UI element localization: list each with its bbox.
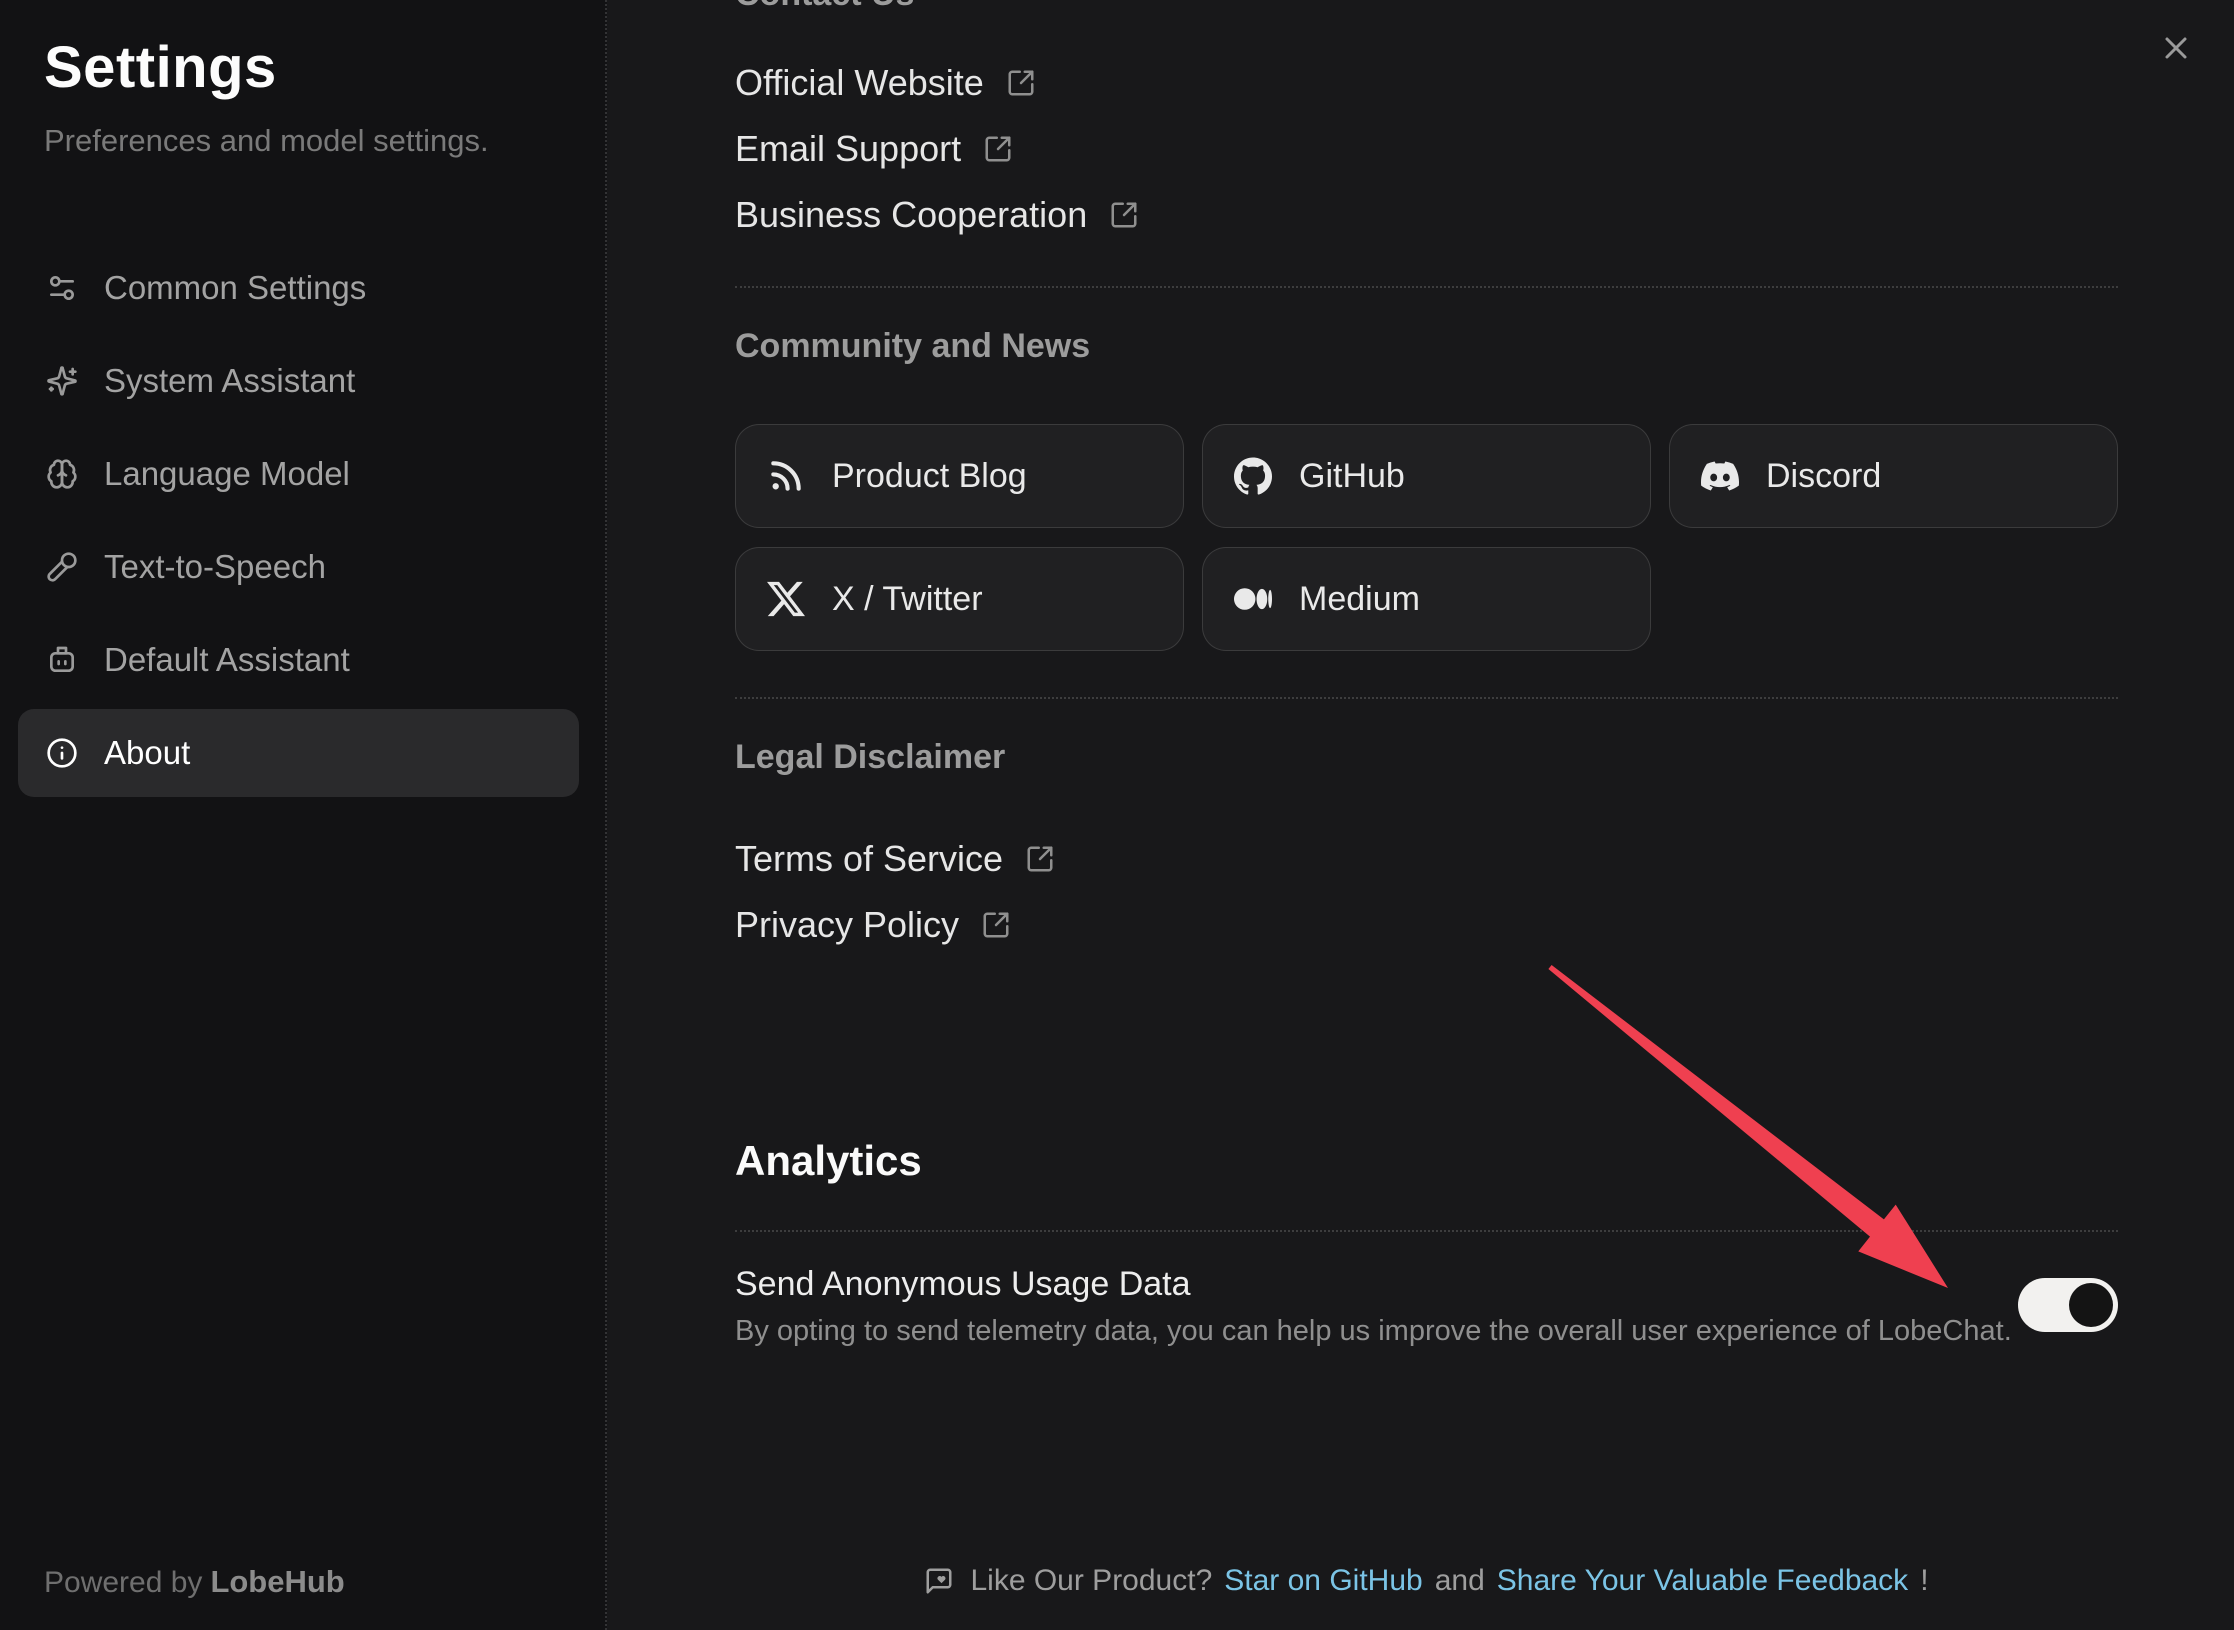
sidebar-item-label: Language Model — [104, 454, 350, 494]
external-link-icon — [1109, 200, 1139, 230]
lobehub-brand: LobeHub — [210, 1564, 344, 1599]
footer-cta: Like Our Product? Star on GitHub and Sha… — [735, 1562, 2118, 1600]
settings-modal: Settings Preferences and model settings.… — [0, 0, 2234, 1630]
link-label: Business Cooperation — [735, 193, 1087, 237]
contact-links: Official Website Email Support Business … — [735, 50, 2118, 248]
discord-icon — [1700, 456, 1740, 496]
footer-text: Like Our Product? — [970, 1564, 1212, 1598]
star-on-github-link[interactable]: Star on GitHub — [1224, 1564, 1422, 1598]
medium-button[interactable]: Medium — [1202, 547, 1651, 651]
discord-button[interactable]: Discord — [1669, 424, 2118, 528]
info-icon — [46, 737, 78, 769]
button-label: Discord — [1766, 457, 1881, 496]
close-button[interactable] — [2158, 30, 2194, 66]
footer-text: and — [1435, 1564, 1485, 1598]
x-twitter-icon — [766, 579, 806, 619]
sidebar: Settings Preferences and model settings.… — [0, 0, 607, 1630]
external-link-icon — [983, 134, 1013, 164]
footer-text: ! — [1920, 1564, 1928, 1598]
link-label: Privacy Policy — [735, 903, 959, 947]
community-buttons: Product Blog GitHub Discord X / Twitter — [735, 424, 2118, 651]
mic-icon — [46, 551, 78, 583]
button-label: GitHub — [1299, 457, 1405, 496]
official-website-link[interactable]: Official Website — [735, 50, 1036, 116]
email-support-link[interactable]: Email Support — [735, 116, 1013, 182]
button-label: Medium — [1299, 580, 1420, 619]
legal-heading: Legal Disclaimer — [735, 737, 2118, 777]
contact-heading: Contact Us — [735, 0, 2118, 14]
sidebar-item-about[interactable]: About — [18, 709, 579, 797]
sidebar-item-language-model[interactable]: Language Model — [18, 430, 579, 518]
medium-icon — [1233, 579, 1273, 619]
privacy-policy-link[interactable]: Privacy Policy — [735, 892, 1011, 958]
setting-title: Send Anonymous Usage Data — [735, 1264, 2018, 1304]
analytics-heading: Analytics — [735, 1134, 2118, 1188]
sidebar-item-label: Default Assistant — [104, 640, 350, 680]
sparkles-icon — [46, 365, 78, 397]
send-usage-data-toggle[interactable] — [2018, 1278, 2118, 1332]
link-label: Email Support — [735, 127, 961, 171]
sidebar-item-label: Common Settings — [104, 268, 366, 308]
bot-icon — [46, 644, 78, 676]
page-subtitle: Preferences and model settings. — [44, 122, 577, 160]
github-button[interactable]: GitHub — [1202, 424, 1651, 528]
sidebar-item-system-assistant[interactable]: System Assistant — [18, 337, 579, 425]
powered-by: Powered byLobeHub — [44, 1564, 345, 1600]
section-divider — [735, 286, 2118, 288]
community-heading: Community and News — [735, 326, 2118, 366]
about-panel: Contact Us Official Website Email Suppor… — [609, 0, 2234, 1630]
analytics-setting-row: Send Anonymous Usage Data By opting to s… — [735, 1264, 2118, 1350]
github-icon — [1233, 456, 1273, 496]
powered-by-label: Powered by — [44, 1566, 202, 1599]
toggle-knob — [2069, 1283, 2113, 1327]
button-label: X / Twitter — [832, 580, 983, 619]
legal-links: Terms of Service Privacy Policy — [735, 826, 2118, 958]
business-cooperation-link[interactable]: Business Cooperation — [735, 182, 1139, 248]
link-label: Official Website — [735, 61, 984, 105]
sidebar-item-default-assistant[interactable]: Default Assistant — [18, 616, 579, 704]
sidebar-item-common-settings[interactable]: Common Settings — [18, 244, 579, 332]
page-title: Settings — [44, 36, 577, 100]
external-link-icon — [1006, 68, 1036, 98]
close-icon — [2158, 54, 2194, 69]
sliders-icon — [46, 272, 78, 304]
setting-description: By opting to send telemetry data, you ca… — [735, 1312, 2018, 1350]
rss-icon — [766, 456, 806, 496]
feedback-bubble-icon — [924, 1566, 954, 1596]
x-twitter-button[interactable]: X / Twitter — [735, 547, 1184, 651]
product-blog-button[interactable]: Product Blog — [735, 424, 1184, 528]
section-divider — [735, 697, 2118, 699]
link-label: Terms of Service — [735, 837, 1003, 881]
sidebar-item-text-to-speech[interactable]: Text-to-Speech — [18, 523, 579, 611]
settings-nav: Common Settings System Assistant Languag… — [18, 244, 579, 797]
button-label: Product Blog — [832, 457, 1027, 496]
brain-icon — [46, 458, 78, 490]
sidebar-item-label: About — [104, 733, 190, 773]
share-feedback-link[interactable]: Share Your Valuable Feedback — [1497, 1564, 1908, 1598]
terms-of-service-link[interactable]: Terms of Service — [735, 826, 1055, 892]
section-divider — [735, 1230, 2118, 1232]
external-link-icon — [1025, 844, 1055, 874]
sidebar-item-label: Text-to-Speech — [104, 547, 326, 587]
external-link-icon — [981, 910, 1011, 940]
sidebar-item-label: System Assistant — [104, 361, 355, 401]
